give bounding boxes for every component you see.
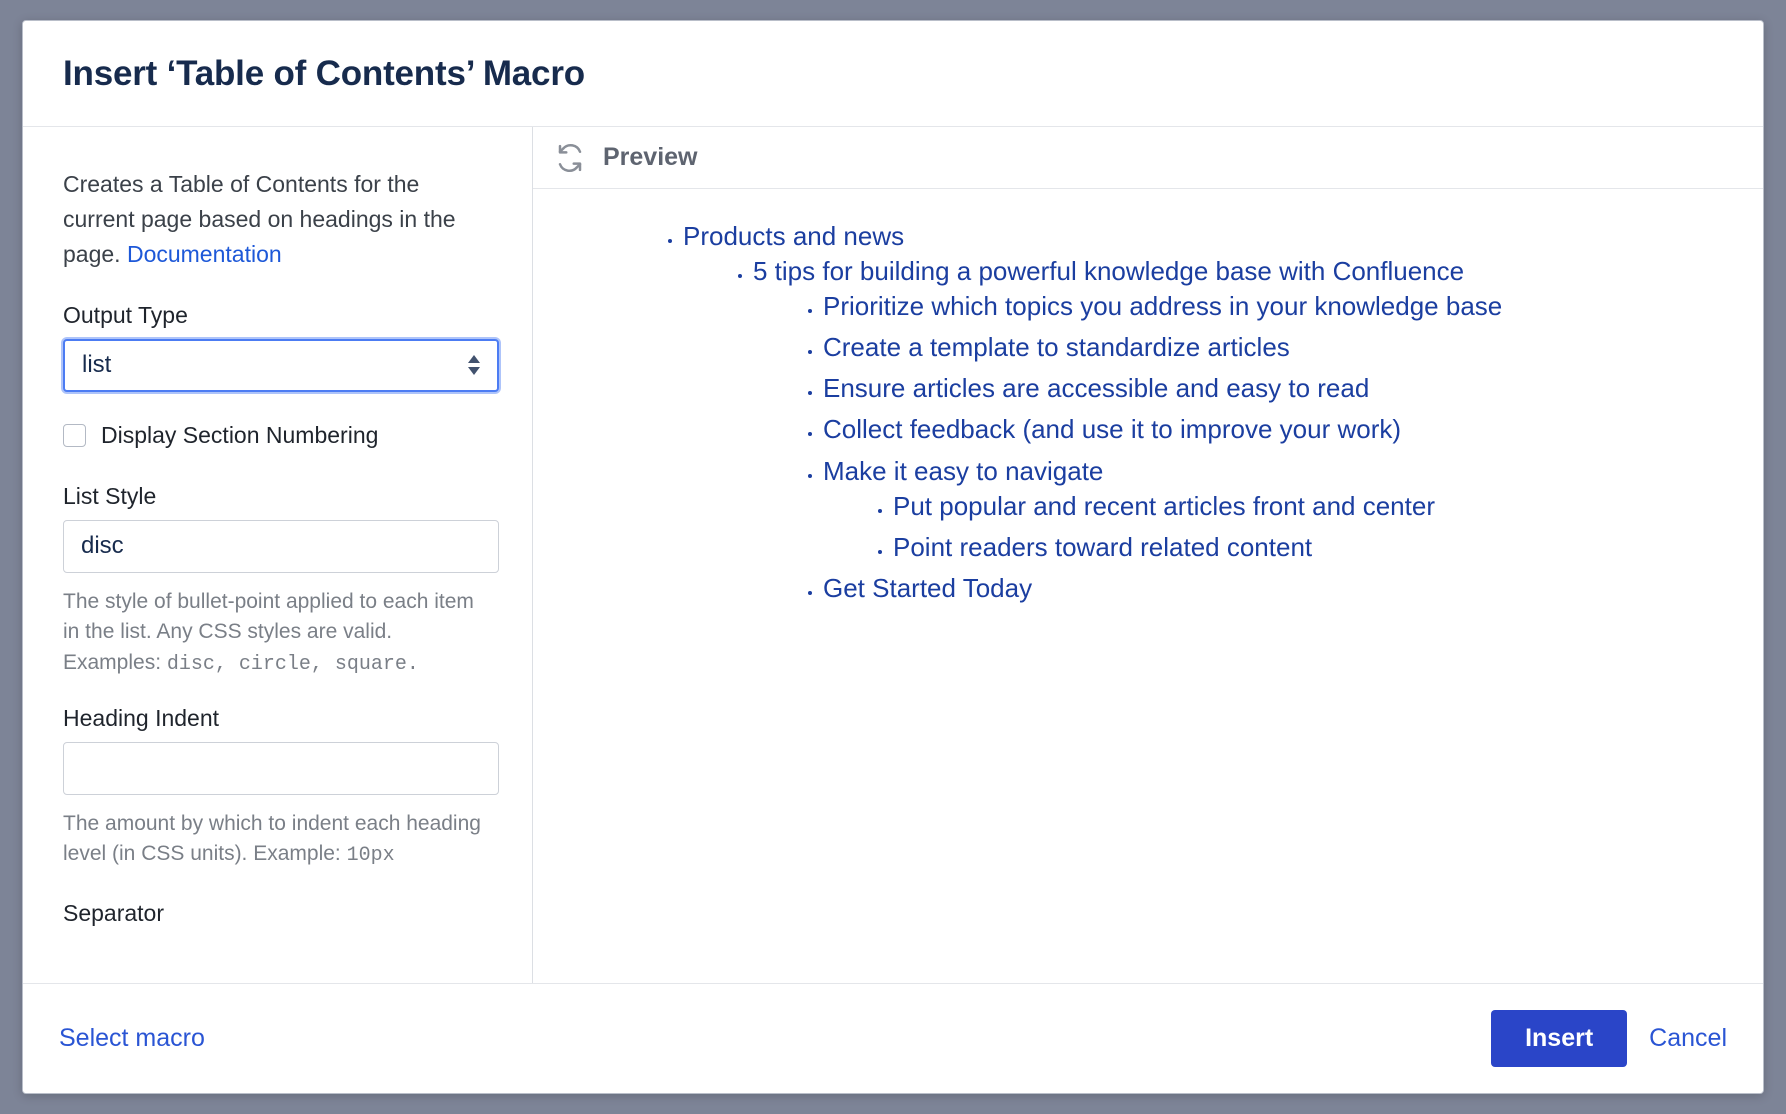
preview-content: Products and news 5 tips for building a p…	[533, 189, 1763, 983]
toc-item: Ensure articles are accessible and easy …	[823, 371, 1723, 406]
toc-item-link[interactable]: Ensure articles are accessible and easy …	[823, 373, 1369, 403]
heading-indent-label: Heading Indent	[63, 704, 220, 731]
documentation-link[interactable]: Documentation	[127, 241, 282, 267]
heading-indent-help: The amount by which to indent each headi…	[63, 809, 492, 870]
insert-macro-dialog: Insert ‘Table of Contents’ Macro Creates…	[22, 20, 1764, 1094]
section-numbering-checkbox[interactable]	[63, 423, 86, 447]
dialog-body: Creates a Table of Contents for the curr…	[23, 126, 1763, 983]
insert-button[interactable]: Insert	[1491, 1010, 1628, 1067]
toc-item-link[interactable]: Prioritize which topics you address in y…	[823, 291, 1502, 321]
toc-item: Point readers toward related content	[893, 530, 1723, 565]
list-style-field: List Style disc The style of bullet-poin…	[63, 482, 499, 679]
toc-item: 5 tips for building a powerful knowledge…	[753, 254, 1723, 606]
toc-item: Create a template to standardize article…	[823, 330, 1723, 365]
chevron-down-icon	[468, 367, 480, 376]
list-style-input[interactable]: disc	[63, 519, 499, 573]
toc-item-link[interactable]: Make it easy to navigate	[823, 456, 1103, 486]
footer-actions: Insert Cancel	[1491, 1010, 1727, 1067]
heading-indent-help-text: The amount by which to indent each headi…	[63, 811, 481, 866]
select-macro-link[interactable]: Select macro	[59, 1024, 205, 1053]
toc-item-link[interactable]: Create a template to standardize article…	[823, 332, 1290, 362]
screen-backdrop: Insert ‘Table of Contents’ Macro Creates…	[0, 0, 1786, 1114]
toc-list: Products and news 5 tips for building a p…	[573, 219, 1723, 606]
toc-item-link[interactable]: 5 tips for building a powerful knowledge…	[753, 256, 1464, 286]
output-type-value: list	[82, 351, 112, 379]
section-numbering-label: Display Section Numbering	[101, 421, 379, 448]
section-numbering-field[interactable]: Display Section Numbering	[63, 422, 492, 449]
chevron-up-icon	[468, 355, 480, 364]
toc-item-link[interactable]: Point readers toward related content	[893, 532, 1312, 562]
separator-label: Separator	[63, 900, 165, 927]
toc-item-link[interactable]: Put popular and recent articles front an…	[893, 491, 1435, 521]
output-type-field: Output Type list	[63, 301, 499, 392]
select-stepper-icon[interactable]	[461, 355, 487, 376]
preview-title: Preview	[603, 143, 698, 171]
toc-sublist: Prioritize which topics you address in y…	[753, 289, 1723, 606]
toc-sublist: 5 tips for building a powerful knowledge…	[683, 254, 1723, 606]
toc-item-link[interactable]: Get Started Today	[823, 573, 1032, 603]
dialog-title: Insert ‘Table of Contents’ Macro	[63, 53, 585, 93]
toc-item: Prioritize which topics you address in y…	[823, 289, 1723, 324]
toc-item: Put popular and recent articles front an…	[893, 489, 1723, 524]
preview-pane: Preview Products and news 5 tips for buil…	[533, 127, 1763, 983]
toc-item: Products and news 5 tips for building a p…	[683, 219, 1723, 606]
list-style-value: disc	[81, 532, 124, 560]
heading-indent-help-example: 10px	[346, 844, 395, 868]
list-style-help: The style of bullet-point applied to eac…	[63, 587, 492, 679]
toc-item: Make it easy to navigate Put popular and …	[823, 454, 1723, 565]
dialog-header: Insert ‘Table of Contents’ Macro	[23, 21, 1763, 126]
heading-indent-field: Heading Indent The amount by which to in…	[63, 704, 499, 870]
list-style-label: List Style	[63, 482, 157, 509]
macro-description: Creates a Table of Contents for the curr…	[63, 167, 492, 272]
heading-indent-input[interactable]	[63, 741, 499, 795]
macro-settings-pane: Creates a Table of Contents for the curr…	[23, 127, 533, 983]
output-type-label: Output Type	[63, 301, 188, 328]
list-style-help-examples: disc, circle, square.	[166, 652, 419, 676]
toc-item-link[interactable]: Collect feedback (and use it to improve …	[823, 414, 1401, 444]
toc-item-link[interactable]: Products and news	[683, 221, 904, 251]
preview-header: Preview	[533, 127, 1763, 189]
toc-item: Get Started Today	[823, 571, 1723, 606]
output-type-select[interactable]: list	[63, 338, 499, 392]
refresh-icon[interactable]	[555, 143, 585, 173]
dialog-footer: Select macro Insert Cancel	[23, 983, 1763, 1093]
cancel-button[interactable]: Cancel	[1649, 1024, 1727, 1053]
toc-item: Collect feedback (and use it to improve …	[823, 412, 1723, 447]
toc-sublist: Put popular and recent articles front an…	[823, 489, 1723, 565]
